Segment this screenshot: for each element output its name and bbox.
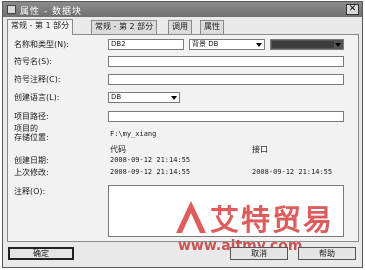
- watermark-text: 艾特贸易: [210, 203, 335, 237]
- comment-label: 注释(O):: [14, 187, 46, 196]
- storage-location-value: F:\my_xiang: [110, 130, 157, 138]
- symbol-name-label: 符号名(S):: [14, 57, 53, 66]
- language-select[interactable]: DB: [108, 92, 180, 103]
- watermark-logo-icon: [176, 201, 206, 233]
- code-column-header: 代码: [110, 145, 126, 154]
- chevron-down-icon: [335, 43, 341, 47]
- help-button[interactable]: 帮助: [298, 247, 356, 260]
- app-icon: [7, 5, 16, 14]
- tab-general-part2[interactable]: 常规 - 第 2 部分: [91, 20, 158, 34]
- symbol-comment-input[interactable]: [108, 74, 344, 85]
- created-date-label: 创建日期:: [14, 156, 49, 165]
- modified-interface-date: 2008-09-12 21:14:55: [252, 168, 333, 176]
- ok-button[interactable]: 确定: [8, 247, 74, 260]
- symbol-name-input[interactable]: [108, 56, 344, 67]
- name-input[interactable]: DB2: [108, 39, 184, 50]
- created-code-date: 2008-09-12 21:14:55: [110, 156, 191, 164]
- symbol-comment-label: 符号注释(C):: [14, 75, 61, 84]
- modified-code-date: 2008-09-12 21:14:55: [110, 168, 191, 176]
- close-button[interactable]: ✕: [346, 4, 359, 15]
- name-type-label: 名称和类型(N):: [14, 40, 69, 49]
- tab-attributes[interactable]: 属性: [200, 20, 224, 34]
- window-title: 属性 - 数据块: [20, 7, 82, 17]
- cancel-button[interactable]: 取消: [230, 247, 288, 260]
- project-path-label: 项目路径:: [14, 112, 49, 121]
- properties-dialog: 属性 - 数据块 ✕ 常规 - 第 1 部分 常规 - 第 2 部分 调用 属性…: [2, 1, 363, 268]
- tab-calls[interactable]: 调用: [168, 20, 192, 34]
- title-bar[interactable]: 属性 - 数据块 ✕: [3, 2, 362, 17]
- block-number-select[interactable]: [270, 39, 344, 50]
- block-type-select[interactable]: 背景 DB: [189, 39, 265, 50]
- tab-panel: 名称和类型(N): DB2 背景 DB 符号名(S): 符号注释(C): 创建语…: [7, 34, 359, 254]
- selected-highlight: [272, 41, 334, 48]
- interface-column-header: 接口: [252, 145, 268, 154]
- language-value: DB: [111, 93, 122, 101]
- chevron-down-icon: [171, 96, 177, 100]
- last-modified-label: 上次修改:: [14, 168, 49, 177]
- tab-strip: 常规 - 第 1 部分 常规 - 第 2 部分 调用 属性: [7, 19, 359, 35]
- storage-label-line1: 项目的: [14, 124, 38, 133]
- storage-label-line2: 存储位置:: [14, 133, 49, 142]
- project-path-field: [108, 111, 344, 122]
- block-type-value: 背景 DB: [192, 40, 219, 48]
- language-label: 创建语言(L):: [14, 93, 60, 102]
- tab-general-part1[interactable]: 常规 - 第 1 部分: [7, 19, 74, 35]
- chevron-down-icon: [256, 43, 262, 47]
